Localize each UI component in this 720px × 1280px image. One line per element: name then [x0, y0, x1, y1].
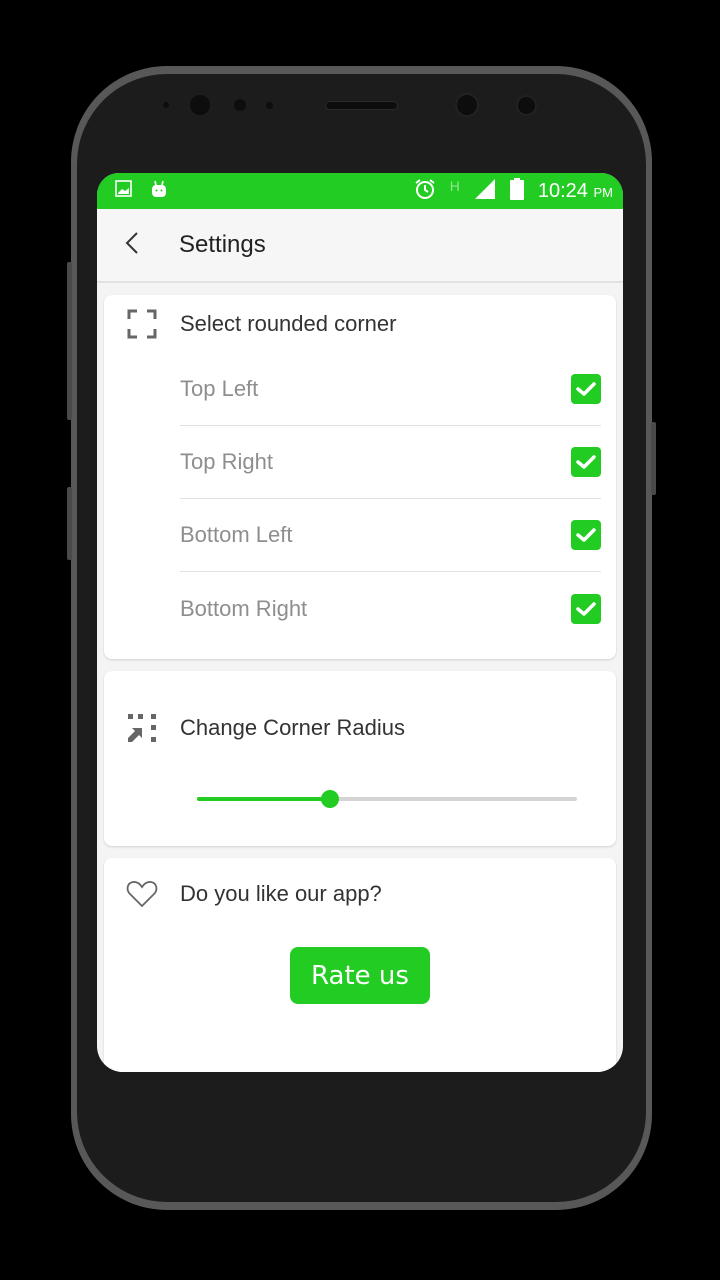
rate-card-header: Do you like our app? [104, 866, 616, 922]
corner-option-label: Bottom Left [180, 522, 293, 547]
corner-option-checkbox[interactable] [571, 593, 601, 624]
resize-icon [104, 712, 180, 744]
sensor-dot [163, 102, 169, 108]
clock: 10:24 PM [538, 180, 613, 203]
battery-icon [509, 177, 524, 205]
android-icon [150, 180, 168, 203]
corner-option-top-left[interactable]: Top Left [180, 353, 601, 426]
corner-option-top-right[interactable]: Top Right [180, 426, 601, 499]
corner-option-label: Bottom Right [180, 595, 308, 621]
front-camera-2 [455, 93, 479, 117]
radius-card: Change Corner Radius [104, 671, 616, 846]
alarm-icon [414, 178, 436, 205]
rate-us-button[interactable]: Rate us [290, 947, 430, 1004]
back-button[interactable] [97, 231, 167, 260]
radius-card-header: Change Corner Radius [104, 700, 616, 756]
corner-option-checkbox[interactable] [571, 447, 601, 477]
checkmark-icon [576, 382, 596, 396]
sensor-dot [266, 102, 273, 109]
chevron-left-icon [125, 231, 139, 260]
power-button [651, 422, 656, 495]
radius-card-title: Change Corner Radius [180, 715, 406, 740]
network-h-icon: H [449, 178, 460, 194]
corner-card: Select rounded corner Top Left Top Right B… [104, 295, 616, 659]
clock-ampm: PM [593, 184, 614, 200]
corner-option-label: Top Left [180, 376, 259, 401]
corner-card-header: Select rounded corner [104, 295, 616, 353]
image-icon [115, 180, 132, 202]
corners-icon [104, 308, 180, 340]
checkmark-icon [576, 455, 596, 469]
phone-screen: H 10:24 PM Settings Select rounded corne… [97, 173, 623, 1072]
corner-option-label: Top Right [180, 449, 273, 474]
status-bar: H 10:24 PM [97, 173, 623, 209]
corner-option-bottom-left[interactable]: Bottom Left [180, 499, 601, 572]
checkmark-icon [576, 528, 596, 542]
rate-card: Do you like our app? Rate us [104, 858, 616, 1072]
corner-option-checkbox[interactable] [571, 374, 601, 404]
heart-icon [104, 880, 180, 908]
volume-button [67, 262, 72, 420]
side-button [67, 487, 72, 560]
slider-fill [197, 797, 330, 801]
earpiece-speaker [325, 101, 398, 110]
corner-options-list: Top Left Top Right Bottom Left Bottom Right [104, 353, 616, 645]
front-camera [190, 95, 210, 115]
corner-card-title: Select rounded corner [180, 311, 397, 336]
corner-radius-slider[interactable] [197, 790, 577, 808]
signal-icon [474, 178, 496, 205]
corner-option-bottom-right[interactable]: Bottom Right [180, 572, 601, 645]
rate-card-title: Do you like our app? [180, 881, 382, 906]
corner-option-checkbox[interactable] [571, 520, 601, 550]
page-title: Settings [179, 231, 266, 258]
sensor-dot [234, 99, 246, 111]
proximity-sensor [516, 95, 537, 116]
checkmark-icon [576, 601, 596, 616]
app-bar: Settings [97, 209, 623, 283]
slider-thumb[interactable] [321, 790, 339, 808]
clock-time: 10:24 [537, 179, 588, 202]
